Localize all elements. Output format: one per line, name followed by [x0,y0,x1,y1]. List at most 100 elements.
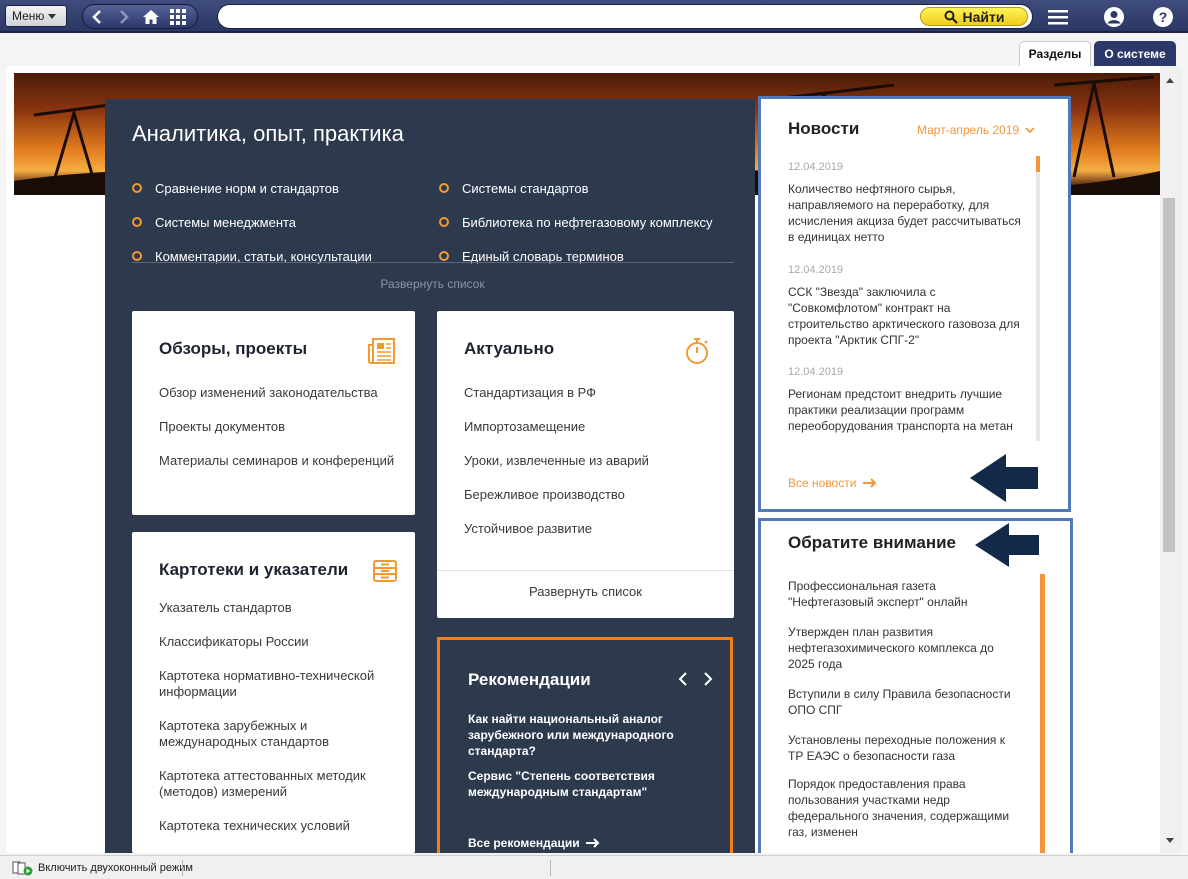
home-button[interactable] [137,5,164,28]
analytics-left-links: Сравнение норм и стандартов Системы мене… [132,171,372,273]
card-link[interactable]: Импортозамещение [464,419,649,435]
file-cabinet-icon [373,560,397,582]
analytics-link[interactable]: Библиотека по нефтегазовому комплексу [439,205,713,239]
hamburger-menu-button[interactable] [1043,4,1073,29]
attention-item[interactable]: Профессиональная газета "Нефтегазовый эк… [788,578,1013,610]
page-scrollbar-thumb[interactable] [1163,198,1175,552]
analytics-title: Аналитика, опыт, практика [132,121,404,146]
status-bar: Включить двухоконный режим [0,855,1188,879]
card-link[interactable]: Бережливое производство [464,487,649,503]
news-item[interactable]: ССК "Звезда" заключила с "Совкомфлотом" … [788,284,1023,348]
card-link[interactable]: Указатель стандартов [159,600,394,616]
chevron-down-icon [48,13,57,19]
stopwatch-icon [686,338,708,364]
news-date: 12.04.2019 [788,264,844,276]
user-icon [1104,6,1124,27]
attention-item[interactable]: Порядок предоставления права пользования… [788,776,1013,840]
attention-item[interactable]: Установлены переходные положения к ТР ЕА… [788,732,1013,764]
news-date: 12.04.2019 [788,161,844,173]
divider [437,570,734,571]
analytics-link[interactable]: Единый словарь терминов [439,239,713,273]
menu-button[interactable]: Меню [5,5,67,27]
expand-list-link[interactable]: Развернуть список [437,584,734,599]
reviews-card-links: Обзор изменений законодательства Проекты… [159,385,394,469]
actual-card-title: Актуально [464,339,555,358]
menu-button-label: Меню [12,9,45,23]
recommendation-item[interactable]: Как найти национальный аналог зарубежног… [468,711,693,759]
attention-item[interactable]: Утвержден план развития нефтегазохимичес… [788,624,1013,672]
tab-about-system[interactable]: О системе [1094,41,1176,66]
analytics-panel: Аналитика, опыт, практика Сравнение норм… [105,99,755,853]
reviews-projects-card: Обзоры, проекты Обзор изменений законода… [132,311,415,515]
reviews-card-title: Обзоры, проекты [159,339,308,358]
news-scrollbar-track[interactable] [1036,156,1040,441]
dual-window-icon[interactable] [12,860,34,876]
card-link[interactable]: Обзор изменений законодательства [159,385,394,401]
card-link[interactable]: Стандартизация в РФ [464,385,649,401]
main-content-frame: Аналитика, опыт, практика Сравнение норм… [6,66,1182,853]
news-scrollbar-thumb[interactable] [1036,156,1040,172]
forward-arrow-icon [119,9,129,24]
scroll-up-arrow-icon[interactable] [1166,78,1174,83]
recommendation-item[interactable]: Сервис "Степень соответствия международн… [468,768,693,800]
card-link[interactable]: Картотека аттестованных методик (методов… [159,768,394,800]
back-button[interactable] [83,5,110,28]
divider [182,860,183,876]
card-link[interactable]: Картотека технических условий [159,818,394,834]
arrow-right-icon [585,838,600,848]
card-link[interactable]: Устойчивое развитие [464,521,649,537]
help-button[interactable]: ? [1148,4,1178,29]
user-profile-button[interactable] [1099,4,1129,29]
expand-list-link[interactable]: Развернуть список [105,277,760,291]
bullet-circle-icon [132,251,142,261]
bullet-circle-icon [439,183,449,193]
news-item[interactable]: Количество нефтяного сырья, направляемог… [788,181,1023,245]
news-item[interactable]: Регионам предстоит внедрить лучшие практ… [788,386,1023,434]
catalogs-card: Картотеки и указатели Указатель стандарт… [132,532,415,853]
bullet-circle-icon [439,217,449,227]
news-period-select[interactable]: Март-апрель 2019 [917,123,1035,137]
chevron-right-icon[interactable] [702,671,714,687]
forward-button[interactable] [110,5,137,28]
actual-card: Актуально Стандартизация в РФ Импортозам… [437,311,734,618]
find-button-label: Найти [962,8,1005,25]
annotation-arrow-icon [970,454,1038,502]
top-toolbar: Меню Найти ? [0,0,1188,33]
tab-sections[interactable]: Разделы [1019,41,1091,66]
svg-text:?: ? [1159,9,1168,25]
card-link[interactable]: Картотека зарубежных и международных ста… [159,718,394,750]
all-news-link[interactable]: Все новости [788,476,877,490]
help-icon: ? [1153,6,1173,27]
back-arrow-icon [91,9,101,24]
analytics-link[interactable]: Сравнение норм и стандартов [132,171,372,205]
card-link[interactable]: Проекты документов [159,419,394,435]
all-recommendations-link[interactable]: Все рекомендации [468,836,600,850]
analytics-link[interactable]: Системы стандартов [439,171,713,205]
recommendations-card: Рекомендации Как найти национальный анал… [437,637,733,853]
chevron-left-icon[interactable] [677,671,689,687]
annotation-arrow-icon [975,523,1039,567]
navigation-group [82,4,198,29]
recommendations-title: Рекомендации [468,670,591,689]
card-link[interactable]: Классификаторы России [159,634,394,650]
home-icon [142,9,159,24]
scroll-down-arrow-icon[interactable] [1166,838,1174,843]
attention-scrollbar-thumb[interactable] [1040,574,1045,853]
hamburger-icon [1048,9,1068,24]
dual-window-mode-label[interactable]: Включить двухоконный режим [38,862,193,874]
divider [132,262,734,263]
card-link[interactable]: Материалы семинаров и конференций [159,453,394,469]
bullet-circle-icon [132,183,142,193]
attention-item[interactable]: Вступили в силу Правила безопасности ОПО… [788,686,1013,718]
news-panel: Новости Март-апрель 2019 12.04.2019 Коли… [758,96,1071,512]
apps-grid-button[interactable] [164,5,191,28]
catalogs-card-links: Указатель стандартов Классификаторы Росс… [159,600,394,834]
card-link[interactable]: Картотека нормативно-технической информа… [159,668,394,700]
find-button[interactable]: Найти [920,7,1028,26]
card-link[interactable]: Уроки, извлеченные из аварий [464,453,649,469]
actual-card-links: Стандартизация в РФ Импортозамещение Уро… [464,385,649,537]
search-input[interactable]: Найти [217,4,1033,29]
catalogs-card-title: Картотеки и указатели [159,560,349,579]
analytics-link[interactable]: Комментарии, статьи, консультации [132,239,372,273]
analytics-link[interactable]: Системы менеджмента [132,205,372,239]
